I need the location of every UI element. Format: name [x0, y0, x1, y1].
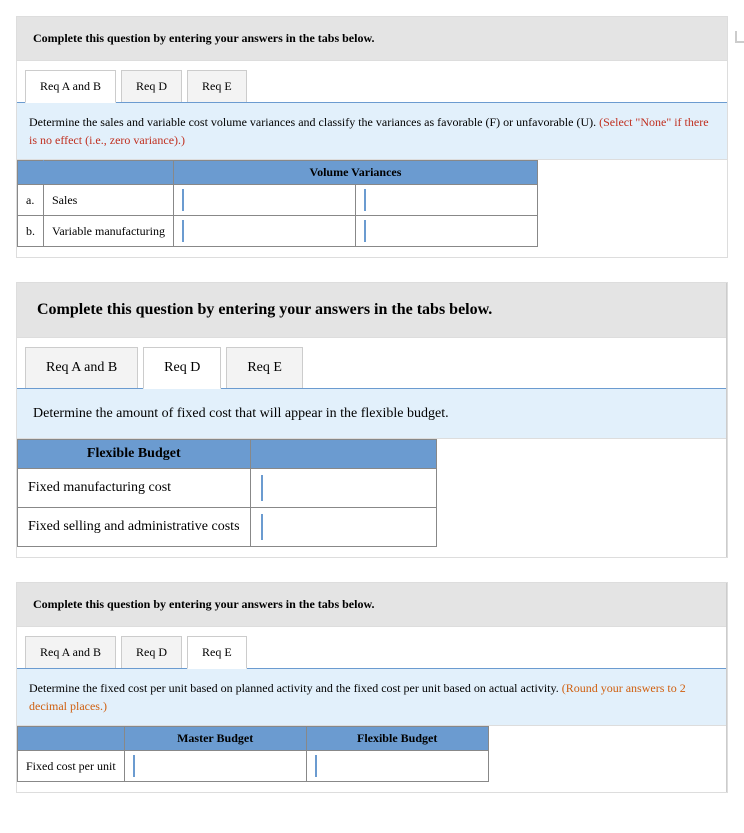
flexible-budget-input[interactable]: [315, 755, 480, 777]
tab-req-d[interactable]: Req D: [121, 636, 182, 668]
table-row: Fixed selling and administrative costs: [18, 508, 437, 547]
answer-area: Flexible Budget Fixed manufacturing cost…: [17, 439, 727, 557]
row-label: Sales: [44, 185, 174, 216]
tab-row: Req A and B Req D Req E: [17, 627, 727, 669]
variance-amount-input[interactable]: [182, 220, 347, 242]
master-budget-input[interactable]: [133, 755, 298, 777]
instruction-main: Determine the sales and variable cost vo…: [29, 115, 596, 129]
table-row: Fixed manufacturing cost: [18, 469, 437, 508]
row-label: Fixed manufacturing cost: [18, 469, 251, 508]
blank-header: [18, 161, 44, 185]
row-idx: b.: [18, 216, 44, 247]
table-row: Fixed cost per unit: [18, 751, 489, 782]
variance-fu-input[interactable]: [364, 189, 529, 211]
master-budget-header: Master Budget: [124, 727, 306, 751]
side-border: [726, 583, 727, 792]
instruction-main: Determine the amount of fixed cost that …: [33, 406, 449, 421]
blank-header: [250, 440, 436, 469]
instruction-main: Determine the fixed cost per unit based …: [29, 681, 559, 695]
row-label: Fixed selling and administrative costs: [18, 508, 251, 547]
tab-req-e[interactable]: Req E: [226, 347, 303, 388]
flexible-budget-header: Flexible Budget: [18, 440, 251, 469]
instruction-text: Determine the amount of fixed cost that …: [17, 389, 727, 439]
instruction-text: Determine the fixed cost per unit based …: [17, 669, 727, 726]
question-header: Complete this question by entering your …: [17, 583, 727, 627]
volume-variances-header: Volume Variances: [173, 161, 537, 185]
volume-variances-table: Volume Variances a. Sales b. Variable ma…: [17, 160, 538, 247]
tab-req-a-and-b[interactable]: Req A and B: [25, 70, 116, 103]
question-header: Complete this question by entering your …: [17, 283, 727, 338]
variance-amount-input[interactable]: [182, 189, 347, 211]
row-label: Fixed cost per unit: [18, 751, 125, 782]
tab-req-a-and-b[interactable]: Req A and B: [25, 347, 138, 388]
table-row: a. Sales: [18, 185, 538, 216]
crop-mark-icon: [735, 31, 744, 43]
tab-row: Req A and B Req D Req E: [17, 61, 727, 103]
fixed-cost-per-unit-table: Master Budget Flexible Budget Fixed cost…: [17, 726, 489, 782]
table-row: b. Variable manufacturing: [18, 216, 538, 247]
fixed-cost-input[interactable]: [261, 475, 426, 501]
flexible-budget-table: Flexible Budget Fixed manufacturing cost…: [17, 439, 437, 547]
tab-req-d[interactable]: Req D: [121, 70, 182, 102]
instruction-text: Determine the sales and variable cost vo…: [17, 103, 727, 160]
question-header: Complete this question by entering your …: [17, 17, 727, 61]
question-block-2: Complete this question by entering your …: [16, 282, 728, 558]
row-label: Variable manufacturing: [44, 216, 174, 247]
answer-area: Master Budget Flexible Budget Fixed cost…: [17, 726, 727, 792]
tab-req-d[interactable]: Req D: [143, 347, 221, 389]
tab-req-a-and-b[interactable]: Req A and B: [25, 636, 116, 668]
tab-req-e[interactable]: Req E: [187, 70, 247, 102]
blank-header: [44, 161, 174, 185]
blank-header: [18, 727, 125, 751]
tab-row: Req A and B Req D Req E: [17, 338, 727, 389]
question-block-1: Complete this question by entering your …: [16, 16, 728, 258]
flexible-budget-header: Flexible Budget: [306, 727, 488, 751]
variance-fu-input[interactable]: [364, 220, 529, 242]
fixed-cost-input[interactable]: [261, 514, 426, 540]
tab-req-e[interactable]: Req E: [187, 636, 247, 669]
answer-area: Volume Variances a. Sales b. Variable ma…: [17, 160, 727, 257]
question-block-3: Complete this question by entering your …: [16, 582, 728, 793]
side-border: [726, 283, 727, 557]
row-idx: a.: [18, 185, 44, 216]
